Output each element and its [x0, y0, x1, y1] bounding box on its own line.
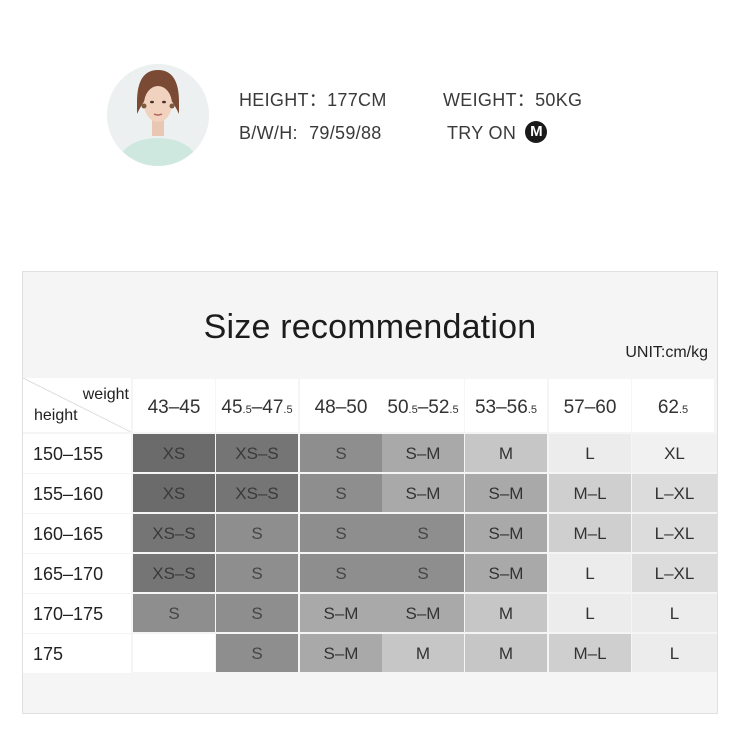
size-cell: XS	[133, 434, 215, 472]
height-row-header: 175	[23, 634, 131, 673]
height-row-header: 170–175	[23, 594, 131, 633]
weight-header-decimal: .5	[449, 404, 459, 416]
size-cell: L–XL	[632, 554, 717, 592]
height-row-header: 150–155	[23, 434, 131, 473]
size-cell: S	[216, 514, 298, 552]
size-cell: M–L	[549, 474, 631, 512]
size-cell: L	[632, 634, 717, 672]
size-cell: S	[216, 594, 298, 632]
size-cell: S	[300, 554, 382, 592]
model-portrait-icon	[107, 64, 209, 166]
height-row-header: 160–165	[23, 514, 131, 553]
weight-column-header: 48–50	[300, 379, 382, 432]
weight-header-text: 43–45	[147, 397, 201, 418]
weight-header-text: 57–60	[563, 397, 617, 418]
size-cell: L	[549, 594, 631, 632]
size-cell: S–M	[300, 594, 382, 632]
weight-header-text: 53–56	[474, 397, 528, 418]
size-chart-unit: UNIT:cm/kg	[625, 344, 708, 361]
weight-column-header: 62.5	[632, 379, 714, 432]
weight-header-text: –47	[251, 397, 284, 418]
size-cell: S	[133, 594, 215, 632]
height-row-header: 165–170	[23, 554, 131, 593]
model-try-on: TRY ON M	[447, 121, 548, 145]
size-cell: S	[216, 634, 298, 672]
size-cell: S	[382, 554, 464, 592]
weight-column-header: 53–56.5	[465, 379, 547, 432]
weight-header-text: 50	[387, 397, 409, 418]
size-cell: XS–S	[133, 554, 215, 592]
height-label: HEIGHT：	[239, 90, 328, 110]
weight-header-decimal: .5	[527, 404, 538, 416]
size-cell: L	[632, 594, 717, 632]
size-cell: S	[300, 474, 382, 512]
weight-header-text: 48–50	[314, 397, 368, 418]
size-cell: S–M	[382, 434, 464, 472]
size-cell: S–M	[300, 634, 382, 672]
weight-value: 50KG	[535, 90, 583, 110]
height-row-header: 155–160	[23, 474, 131, 513]
size-cell: S	[382, 514, 464, 552]
size-cell: S–M	[465, 554, 547, 592]
size-cell: M	[465, 434, 547, 472]
try-on-size-badge: M	[525, 121, 548, 144]
model-weight: WEIGHT：50KG	[443, 86, 582, 112]
bwh-label: B/W/H:	[239, 123, 298, 143]
bwh-value: 79/59/88	[309, 123, 382, 143]
weight-label: WEIGHT：	[443, 90, 536, 110]
corner-weight-label: weight	[82, 386, 129, 403]
size-cell: L	[549, 554, 631, 592]
size-cell: S–M	[465, 474, 547, 512]
height-value: 177CM	[327, 90, 387, 110]
table-corner-header: weight height	[23, 378, 131, 432]
size-cell: S–M	[382, 474, 464, 512]
size-cell: M–L	[549, 634, 631, 672]
size-cell: L–XL	[632, 514, 717, 552]
size-cell: XS–S	[133, 514, 215, 552]
weight-header-text: 45	[221, 397, 243, 418]
size-cell: XS–S	[216, 434, 298, 472]
size-cell	[133, 634, 215, 672]
size-cell: L	[549, 434, 631, 472]
size-cell: S–M	[382, 594, 464, 632]
size-cell: S	[300, 514, 382, 552]
model-measurements: B/W/H: 79/59/88	[239, 123, 382, 144]
size-cell: M	[465, 594, 547, 632]
size-cell: M	[382, 634, 464, 672]
weight-column-header: 43–45	[133, 379, 215, 432]
weight-header-text: –52	[417, 397, 450, 418]
corner-height-label: height	[34, 407, 78, 424]
weight-header-decimal: .5	[283, 404, 293, 416]
size-cell: XL	[632, 434, 717, 472]
size-chart-title: Size recommendation	[203, 308, 537, 346]
weight-column-header: 50.5–52.5	[382, 379, 464, 432]
weight-column-header: 45.5–47.5	[216, 379, 298, 432]
model-info-section: HEIGHT：177CM WEIGHT：50KG B/W/H: 79/59/88…	[0, 0, 740, 200]
size-cell: L–XL	[632, 474, 717, 512]
size-cell: XS–S	[216, 474, 298, 512]
weight-header-decimal: .5	[408, 404, 418, 416]
size-cell: XS	[133, 474, 215, 512]
weight-column-header: 57–60	[549, 379, 631, 432]
size-cell: S–M	[465, 514, 547, 552]
size-cell: S	[300, 434, 382, 472]
model-avatar	[107, 64, 209, 166]
weight-header-decimal: .5	[678, 404, 689, 416]
size-cell: M–L	[549, 514, 631, 552]
try-on-label: TRY ON	[447, 123, 517, 143]
model-height: HEIGHT：177CM	[239, 86, 387, 112]
weight-header-text: 62	[657, 397, 679, 418]
table-footer-strip	[23, 674, 717, 713]
size-cell: M	[465, 634, 547, 672]
weight-header-decimal: .5	[242, 404, 252, 416]
size-cell: S	[216, 554, 298, 592]
